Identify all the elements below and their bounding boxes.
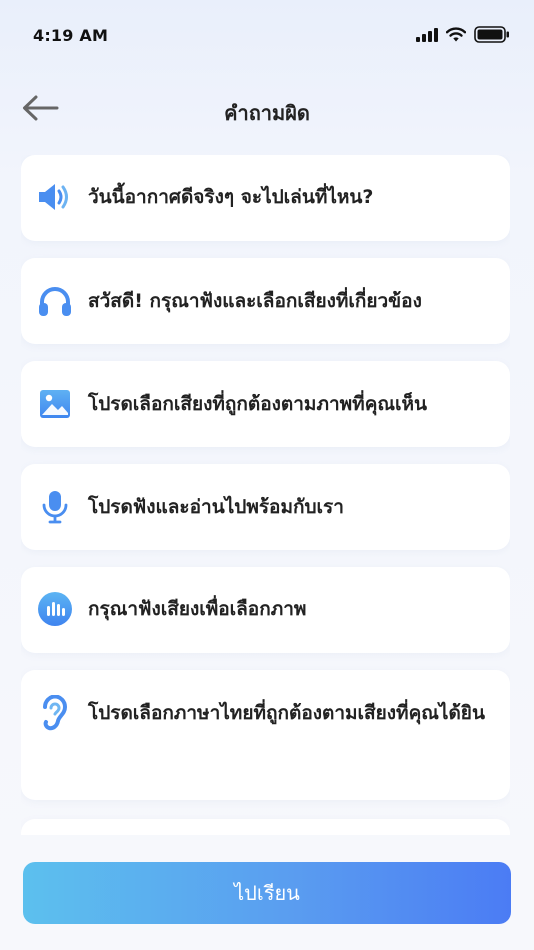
wifi-icon xyxy=(445,27,467,46)
wrong-questions-list[interactable]: วันนี้อากาศดีจริงๆ จะไปเล่นที่ไหน? สวัสด… xyxy=(21,155,510,835)
list-item[interactable]: โปรดเลือกเสียงที่ถูกต้องตามภาพที่คุณเห็น xyxy=(21,361,510,447)
question-text: โปรดเลือกภาษาไทยที่ถูกต้องตามเสียงที่คุณ… xyxy=(88,702,485,724)
page-title: คำถามผิด xyxy=(224,101,310,125)
list-item[interactable]: กรุณาฟังเสียงเพื่อเลือกภาพ xyxy=(21,567,510,653)
list-item[interactable]: สวัสดี! กรุณาฟังและเลือกเสียงที่เกี่ยวข้… xyxy=(21,258,510,344)
question-text: โปรดเลือกเสียงที่ถูกต้องตามภาพที่คุณเห็น xyxy=(88,393,428,415)
status-time: 4:19 AM xyxy=(33,26,109,45)
list-item[interactable]: โปรดฟังและอ่านไปพร้อมกับเรา xyxy=(21,464,510,550)
footer: ไปเรียน xyxy=(0,840,534,950)
ear-icon xyxy=(37,695,73,731)
status-bar: 4:19 AM xyxy=(0,0,534,72)
question-text: โปรดฟังและอ่านไปพร้อมกับเรา xyxy=(88,496,344,518)
list-item[interactable]: วันนี้อากาศดีจริงๆ จะไปเล่นที่ไหน? xyxy=(21,155,510,241)
microphone-icon xyxy=(37,489,73,525)
question-text: สวัสดี! กรุณาฟังและเลือกเสียงที่เกี่ยวข้… xyxy=(88,290,422,312)
question-text: วันนี้อากาศดีจริงๆ จะไปเล่นที่ไหน? xyxy=(88,186,374,208)
list-item[interactable] xyxy=(21,819,510,835)
cellular-signal-icon xyxy=(416,27,438,46)
speaker-icon xyxy=(37,179,73,215)
header: คำถามผิด xyxy=(0,84,534,136)
image-icon xyxy=(37,386,73,422)
list-item[interactable]: โปรดเลือกภาษาไทยที่ถูกต้องตามเสียงที่คุณ… xyxy=(21,670,510,800)
battery-icon xyxy=(474,26,510,47)
start-learning-button[interactable]: ไปเรียน xyxy=(23,862,511,924)
headphones-icon xyxy=(37,283,73,319)
audio-wave-icon xyxy=(37,591,73,627)
question-text: กรุณาฟังเสียงเพื่อเลือกภาพ xyxy=(88,598,307,620)
status-icons xyxy=(416,26,510,47)
